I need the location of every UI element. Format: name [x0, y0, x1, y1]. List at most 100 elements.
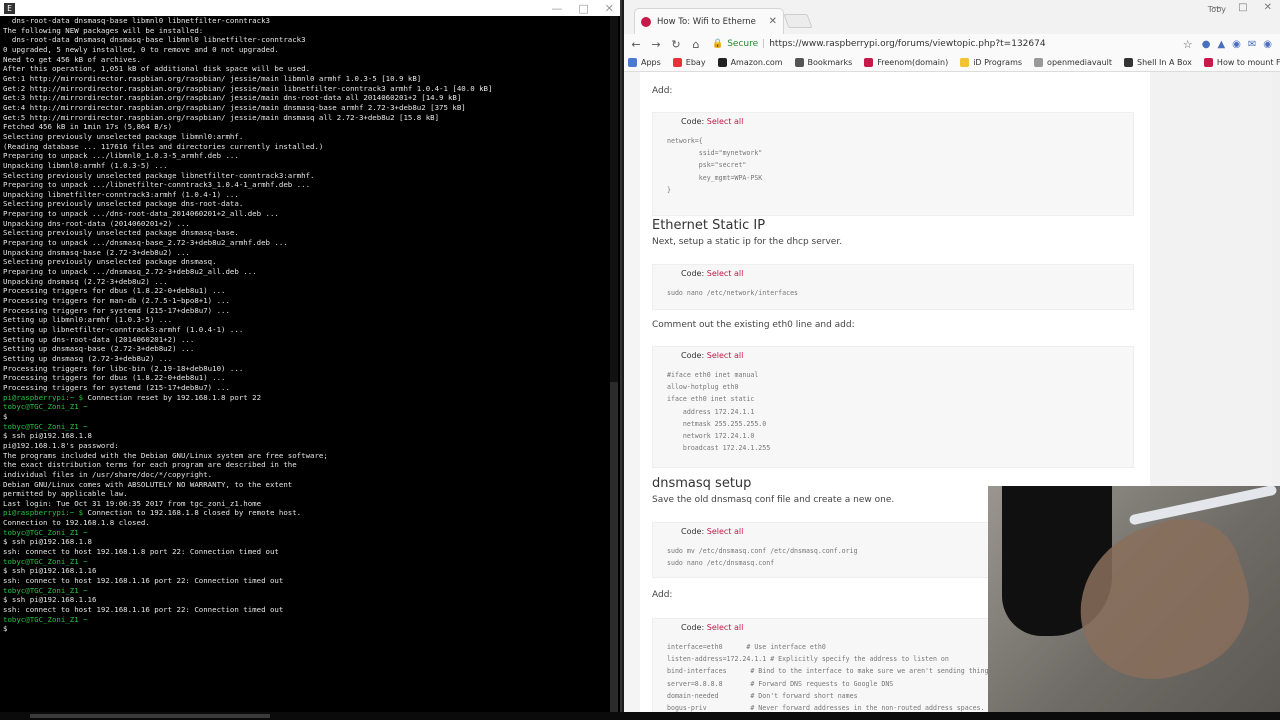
terminal-line-text: The following NEW packages will be insta… [3, 25, 204, 35]
code-label: Code: [681, 623, 705, 632]
code-header: Code: Select all [681, 623, 743, 632]
bookmark-favicon-icon [1124, 58, 1133, 67]
terminal-line: pi@raspberrypi:~ $ Connection reset by 1… [3, 393, 603, 403]
minimize-icon[interactable]: — [551, 2, 562, 15]
terminal-line: ssh: connect to host 192.168.1.8 port 22… [3, 547, 603, 557]
paragraph: Comment out the existing eth0 line and a… [652, 320, 855, 330]
terminal-line: permitted by applicable law. [3, 489, 603, 499]
code-header: Code: Select all [681, 269, 743, 278]
reload-icon[interactable]: ↻ [670, 38, 682, 51]
terminal-line: pi@raspberrypi:~ $ Connection to 192.168… [3, 508, 603, 518]
terminal-line: Processing triggers for dbus (1.8.22-0+d… [3, 286, 603, 296]
code-text: network={ ssid="mynetwork" psk="secret" … [667, 137, 763, 194]
add-label: Add: [652, 590, 673, 600]
select-all-link[interactable]: Select all [707, 623, 744, 632]
taskbar-scroll[interactable] [30, 714, 270, 718]
terminal-line: Processing triggers for systemd (215-17+… [3, 383, 603, 393]
terminal-line-text: Preparing to unpack .../libmnl0_1.0.3-5_… [3, 151, 239, 161]
bookmark-label: Amazon.com [730, 58, 783, 67]
terminal-line: tobyc@TGC_Zoni_Z1 ~ [3, 615, 603, 625]
terminal-line-text: (Reading database ... 117616 files and d… [3, 141, 324, 151]
terminal-line-message: Connection to 192.168.1.8 closed by remo… [83, 508, 302, 518]
terminal-line: Connection to 192.168.1.8 closed. [3, 518, 603, 528]
terminal-line: Unpacking dnsmasq-base (2.72-3+deb8u2) .… [3, 248, 603, 258]
forward-arrow-icon[interactable]: → [650, 38, 662, 51]
bookmark-label: Apps [641, 58, 661, 67]
new-tab-button[interactable] [783, 14, 813, 28]
terminal-line: Processing triggers for dbus (1.8.22-0+d… [3, 373, 603, 383]
terminal-app-icon: E [4, 2, 15, 14]
terminal-line-text: $ ssh pi@192.168.1.8 [3, 537, 92, 547]
terminal-line-text: Unpacking libnetfilter-conntrack3:armhf … [3, 189, 239, 199]
home-icon[interactable]: ⌂ [690, 38, 702, 51]
terminal-line: Setting up libnetfilter-conntrack3:armhf… [3, 325, 603, 335]
terminal-line-text: ssh: connect to host 192.168.1.16 port 2… [3, 576, 284, 586]
maximize-icon[interactable]: □ [1238, 2, 1247, 13]
bookmark-label: Freenom(domain) [877, 58, 949, 67]
bookmark-item[interactable]: Freenom(domain) [864, 58, 948, 67]
tab-close-icon[interactable]: ✕ [769, 16, 777, 27]
close-icon[interactable]: ✕ [1264, 2, 1272, 13]
terminal-line-text: $ [3, 624, 8, 634]
tab-active[interactable]: How To: Wifi to Etherne ✕ [634, 8, 784, 34]
terminal-line-text: Processing triggers for dbus (1.8.22-0+d… [3, 373, 226, 383]
page-sidebar [1150, 72, 1280, 492]
terminal-line: $ ssh pi@192.168.1.8 [3, 537, 603, 547]
terminal-line: Unpacking dns-root-data (2014060201+2) .… [3, 219, 603, 229]
bookmarks-bar: Apps Ebay Amazon.com Bookmarks Freenom(domai… [624, 54, 1280, 72]
minimize-icon[interactable]: — [1212, 2, 1222, 13]
terminal-line: Processing triggers for systemd (215-17+… [3, 306, 603, 316]
url-text: https://www.raspberrypi.org/forums/viewt… [769, 39, 1046, 49]
maximize-icon[interactable]: □ [578, 2, 588, 15]
terminal-line-text: 0 upgraded, 5 newly installed, 0 to remo… [3, 44, 279, 54]
terminal-line-text: pi@192.168.1.8's password: [3, 440, 119, 450]
bookmark-item[interactable]: openmediavault [1034, 58, 1112, 67]
terminal-line: ssh: connect to host 192.168.1.16 port 2… [3, 576, 603, 586]
terminal-scrollbar[interactable] [610, 16, 618, 712]
select-all-link[interactable]: Select all [707, 351, 744, 360]
close-icon[interactable]: ✕ [605, 2, 614, 15]
extension-icon[interactable]: ◉ [1232, 39, 1241, 50]
select-all-link[interactable]: Select all [707, 269, 744, 278]
code-text: #iface eth0 inet manual allow-hotplug et… [667, 371, 771, 453]
terminal-line-text: Unpacking libmnl0:armhf (1.0.3-5) ... [3, 160, 168, 170]
select-all-link[interactable]: Select all [707, 527, 744, 536]
terminal-line-text: Get:3 http://mirrordirector.raspbian.org… [3, 93, 462, 103]
bookmark-item[interactable]: Apps [628, 58, 661, 67]
terminal-line-text: Preparing to unpack .../dnsmasq_2.72-3+d… [3, 267, 257, 277]
browser-toolbar: ← → ↻ ⌂ 🔒 Secure | https://www.raspberry… [624, 34, 1280, 54]
add-label: Add: [652, 86, 673, 96]
extension-icon[interactable]: ▲ [1217, 39, 1225, 50]
extension-icon[interactable]: ◉ [1263, 39, 1272, 50]
select-all-link[interactable]: Select all [707, 117, 744, 126]
bookmark-star-icon[interactable]: ☆ [1182, 38, 1194, 51]
terminal-line: Selecting previously unselected package … [3, 257, 603, 267]
terminal-line: $ ssh pi@192.168.1.16 [3, 566, 603, 576]
bookmark-item[interactable]: Shell In A Box [1124, 58, 1192, 67]
back-arrow-icon[interactable]: ← [630, 38, 642, 51]
address-bar[interactable]: 🔒 Secure | https://www.raspberrypi.org/f… [710, 36, 1174, 52]
mail-icon[interactable]: ✉ [1248, 39, 1256, 50]
terminal-titlebar[interactable]: E — □ ✕ [0, 0, 620, 16]
bookmark-item[interactable]: iD Programs [960, 58, 1022, 67]
bookmark-item[interactable]: How to mount FTP s [1203, 58, 1280, 67]
terminal-scrollbar-thumb[interactable] [610, 382, 618, 712]
terminal-line-text: tobyc@TGC_Zoni_Z1 ~ [3, 402, 88, 412]
terminal-line: Preparing to unpack .../dnsmasq_2.72-3+d… [3, 267, 603, 277]
terminal-line-message: Connection reset by 192.168.1.8 port 22 [83, 392, 262, 402]
bookmark-item[interactable]: Amazon.com [717, 58, 783, 67]
terminal-line: Selecting previously unselected package … [3, 199, 603, 209]
bookmark-label: openmediavault [1047, 58, 1112, 67]
terminal-line: Fetched 456 kB in 1min 17s (5,864 B/s) [3, 122, 603, 132]
terminal-output[interactable]: dns-root-data dnsmasq-base libmnl0 libne… [3, 16, 603, 712]
terminal-window[interactable]: E — □ ✕ dns-root-data dnsmasq-base libmn… [0, 0, 622, 712]
bookmark-favicon-icon [1203, 58, 1213, 67]
extension-icon[interactable]: ● [1202, 39, 1211, 50]
tab-strip: How To: Wifi to Etherne ✕ Toby — □ ✕ [624, 0, 1280, 34]
code-block: Code: Select all sudo nano /etc/network/… [652, 264, 1134, 310]
bookmark-item[interactable]: Bookmarks [794, 58, 852, 67]
terminal-line: Get:3 http://mirrordirector.raspbian.org… [3, 93, 603, 103]
terminal-line-text: pi@raspberrypi:~ $ [3, 392, 84, 402]
bookmark-item[interactable]: Ebay [672, 58, 706, 67]
code-block: Code: Select all network={ ssid="mynetwo… [652, 112, 1134, 216]
